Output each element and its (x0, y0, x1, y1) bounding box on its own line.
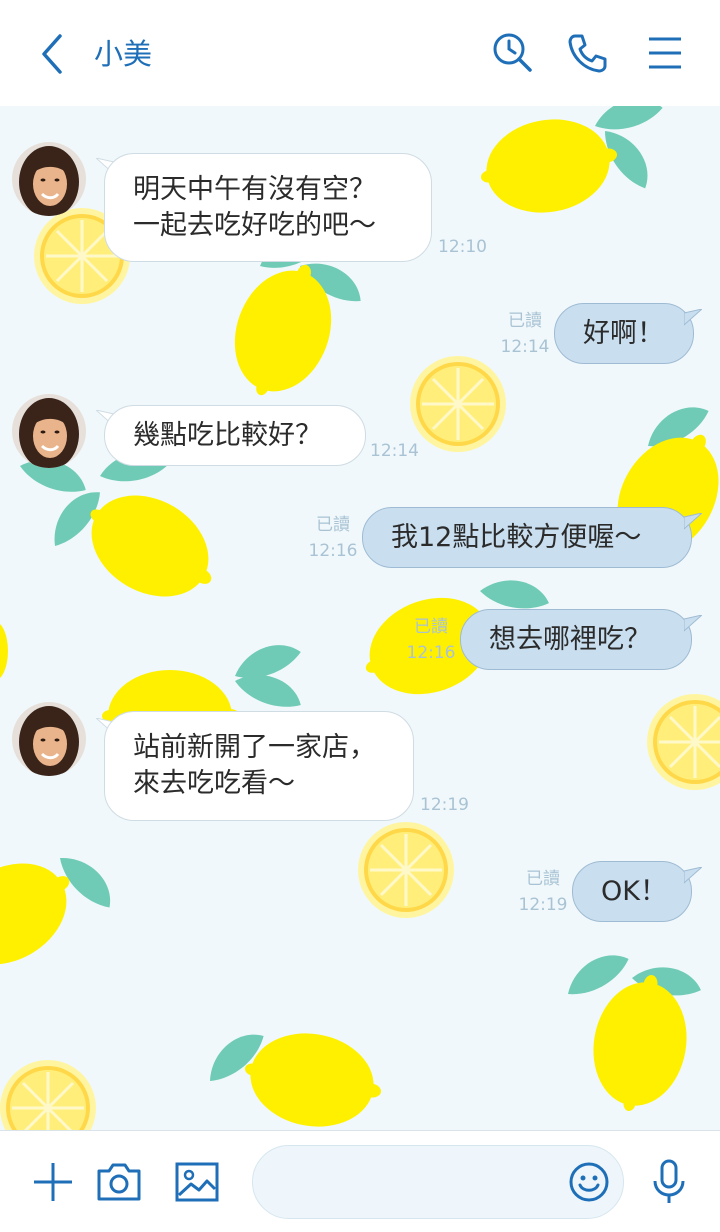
menu-icon (649, 37, 681, 69)
image-button[interactable] (172, 1157, 222, 1207)
bubble-tail (684, 309, 702, 326)
message-time: 12:14 (500, 337, 550, 357)
input-bar (0, 1130, 720, 1232)
plus-icon (34, 1163, 72, 1201)
message-time: 12:14 (370, 441, 419, 461)
message-text: 來去吃吃看～ (133, 768, 295, 799)
message-meta: 已讀 12:16 (302, 512, 364, 564)
contact-name[interactable]: 小美 (94, 34, 152, 74)
message-text: 站前新開了一家店， (133, 732, 376, 763)
emoji-icon (569, 1162, 609, 1202)
camera-icon (97, 1163, 141, 1201)
message-meta: 已讀 12:19 (512, 866, 574, 918)
message-bubble-incoming[interactable]: 幾點吃比較好？ (104, 405, 366, 466)
bubble-tail (684, 513, 702, 530)
chat-app: 小美 明天中午有沒有空？ 一起去吃好吃的吧～ 12:10 已讀 12:14 好啊… (0, 0, 720, 1232)
message-text: 明天中午有沒有空？ (133, 173, 376, 205)
message-bubble-outgoing[interactable]: 好啊！ (554, 303, 694, 364)
message-text: 幾點吃比較好？ (133, 419, 322, 451)
message-bubble-outgoing[interactable]: OK！ (572, 861, 692, 922)
camera-button[interactable] (94, 1157, 144, 1207)
avatar-photo (12, 142, 86, 216)
back-button[interactable] (34, 30, 74, 78)
message-bubble-incoming[interactable]: 明天中午有沒有空？ 一起去吃好吃的吧～ (104, 153, 432, 262)
emoji-button[interactable] (567, 1160, 611, 1204)
bubble-tail (684, 615, 702, 632)
back-icon (42, 34, 62, 74)
message-text: 一起去吃好吃的吧～ (133, 209, 376, 241)
message-time: 12:10 (438, 237, 487, 257)
avatar-photo (12, 702, 86, 776)
message-bubble-outgoing[interactable]: 想去哪裡吃？ (460, 609, 692, 670)
message-text: OK！ (601, 875, 667, 907)
message-meta: 已讀 12:16 (400, 614, 462, 666)
image-icon (175, 1162, 219, 1202)
read-receipt: 已讀 (526, 869, 560, 889)
chat-area[interactable]: 明天中午有沒有空？ 一起去吃好吃的吧～ 12:10 已讀 12:14 好啊！ 幾… (0, 106, 720, 1130)
read-receipt: 已讀 (414, 617, 448, 637)
avatar-photo (12, 394, 86, 468)
contact-avatar[interactable] (12, 394, 86, 468)
add-button[interactable] (28, 1157, 78, 1207)
message-time: 12:19 (518, 895, 568, 915)
read-receipt: 已讀 (508, 311, 542, 331)
contact-avatar[interactable] (12, 702, 86, 776)
search-history-button[interactable] (490, 30, 536, 76)
microphone-button[interactable] (644, 1157, 694, 1207)
message-meta: 已讀 12:14 (494, 308, 556, 360)
read-receipt: 已讀 (316, 515, 350, 535)
chat-header: 小美 (0, 0, 720, 106)
message-input[interactable] (252, 1145, 624, 1219)
bubble-tail (684, 867, 702, 884)
menu-button[interactable] (643, 30, 689, 76)
phone-icon (568, 34, 607, 73)
message-text: 我12點比較方便喔～ (391, 521, 642, 553)
search-history-icon (493, 33, 532, 72)
contact-avatar[interactable] (12, 142, 86, 216)
message-text: 好啊！ (583, 317, 664, 349)
message-time: 12:19 (420, 795, 469, 815)
message-time: 12:16 (308, 541, 358, 561)
message-bubble-incoming[interactable]: 站前新開了一家店， 來去吃吃看～ (104, 711, 414, 821)
message-text: 想去哪裡吃？ (489, 623, 651, 655)
microphone-icon (653, 1159, 685, 1203)
message-time: 12:16 (406, 643, 456, 663)
call-button[interactable] (565, 30, 611, 76)
message-bubble-outgoing[interactable]: 我12點比較方便喔～ (362, 507, 692, 568)
